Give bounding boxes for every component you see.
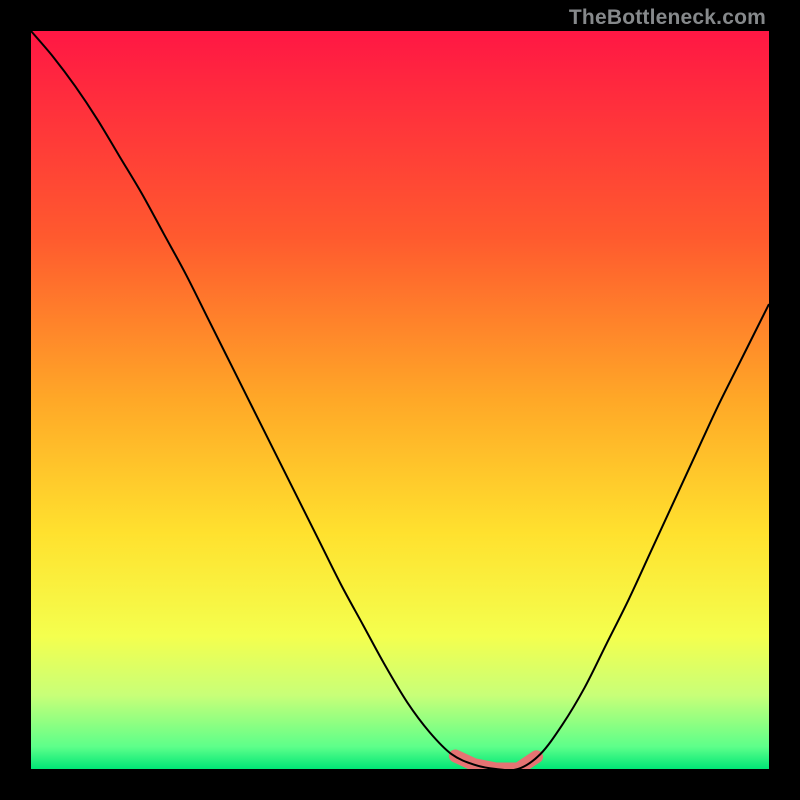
gradient-background — [31, 31, 769, 769]
watermark-label: TheBottleneck.com — [569, 6, 766, 30]
chart-frame: TheBottleneck.com — [0, 0, 800, 800]
chart-svg — [31, 31, 769, 769]
plot-area — [31, 31, 769, 769]
